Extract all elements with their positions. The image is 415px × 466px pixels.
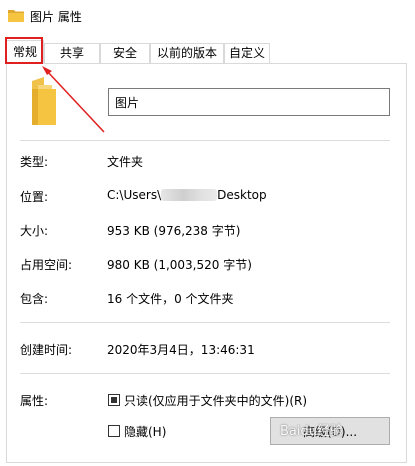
readonly-label[interactable]: 只读(仅应用于文件夹中的文件)(R) — [124, 392, 307, 409]
folder-icon — [8, 10, 24, 22]
tab-strip: 常规 共享 安全 以前的版本 自定义 — [0, 40, 415, 64]
type-value: 文件夹 — [107, 155, 144, 169]
readonly-checkbox[interactable] — [108, 394, 120, 406]
size-on-disk-value: 980 KB (1,003,520 字节) — [107, 258, 252, 272]
created-label: 创建时间: — [20, 343, 73, 357]
location-suffix: Desktop — [217, 188, 267, 202]
hidden-checkbox[interactable] — [108, 425, 120, 437]
title-bar: 图片 属性 — [0, 0, 415, 32]
tab-previous-versions[interactable]: 以前的版本 — [150, 43, 224, 63]
location-label: 位置: — [20, 190, 49, 204]
window-title: 图片 属性 — [30, 10, 82, 24]
created-value: 2020年3月4日，13:46:31 — [107, 343, 255, 357]
separator — [20, 140, 390, 141]
attributes-label: 属性: — [20, 394, 49, 408]
size-label: 大小: — [20, 224, 49, 238]
folder-name-input[interactable] — [108, 88, 390, 116]
hidden-label[interactable]: 隐藏(H) — [124, 423, 166, 440]
tab-customize[interactable]: 自定义 — [224, 43, 270, 63]
type-label: 类型: — [20, 155, 49, 169]
separator — [20, 322, 390, 323]
separator — [20, 373, 390, 374]
annotation-highlight-box — [5, 37, 43, 64]
tab-sharing[interactable]: 共享 — [44, 43, 100, 63]
redacted-username — [161, 189, 218, 201]
properties-window: 图片 属性 常规 共享 安全 以前的版本 自定义 类型: 文件夹 位置: C:\… — [0, 0, 415, 466]
location-value: C:\Users\ Desktop — [107, 188, 267, 202]
folder-icon — [32, 77, 56, 125]
contains-label: 包含: — [20, 292, 49, 306]
watermark-text: Baidu经验 — [280, 424, 343, 439]
size-value: 953 KB (976,238 字节) — [107, 224, 241, 238]
location-prefix: C:\Users\ — [107, 188, 162, 202]
size-on-disk-label: 占用空间: — [20, 258, 73, 272]
tab-security[interactable]: 安全 — [100, 43, 150, 63]
contains-value: 16 个文件，0 个文件夹 — [107, 292, 234, 306]
